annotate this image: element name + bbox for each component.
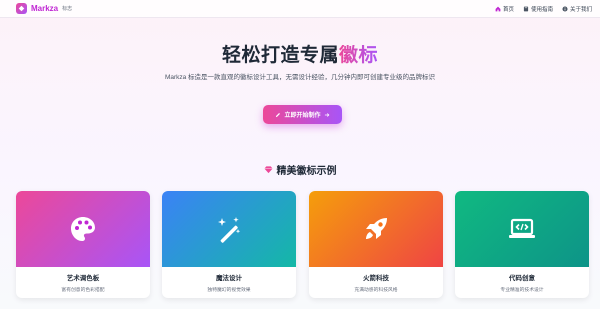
card-banner (455, 191, 589, 267)
magic-wand-icon (218, 217, 241, 243)
card-banner (162, 191, 296, 267)
example-card-palette[interactable]: 艺术调色板 富有创意的色彩搭配 (16, 191, 150, 298)
card-name: 魔法设计 (216, 275, 242, 282)
brand-tag: 标志 (62, 6, 73, 12)
card-banner (309, 191, 443, 267)
top-nav: Markza 标志 首页 使用指南 关于我们 (0, 0, 600, 18)
nav-link-home[interactable]: 首页 (495, 5, 514, 13)
example-card-rocket[interactable]: 火箭科技 充满动感的科技风格 (309, 191, 443, 298)
start-creating-button[interactable]: 立即开始制作 (263, 105, 342, 124)
card-desc: 专业精准的技术设计 (500, 288, 544, 293)
nav-link-about[interactable]: 关于我们 (562, 5, 592, 13)
arrow-right-icon (324, 112, 329, 117)
example-card-magic[interactable]: 魔法设计 独特魔幻的视觉效果 (162, 191, 296, 298)
card-banner (16, 191, 150, 267)
book-icon (523, 6, 529, 11)
section-title-text: 精美徽标示例 (276, 166, 337, 177)
hero-title: 轻松打造专属徽标 (0, 40, 600, 67)
nav-links: 首页 使用指南 关于我们 (495, 5, 592, 13)
example-card-code[interactable]: 代码创意 专业精准的技术设计 (455, 191, 589, 298)
nav-link-label: 关于我们 (569, 6, 592, 13)
pencil-icon (276, 112, 281, 117)
section-title: 精美徽标示例 (0, 162, 600, 177)
hero-title-main: 轻松打造专属 (221, 45, 339, 66)
card-name: 代码创意 (509, 275, 535, 282)
hero-description: Markza 标造是一款直观的徽标设计工具，无需设计经验，几分钟内即可创建专业级… (164, 74, 436, 81)
card-desc: 独特魔幻的视觉效果 (207, 288, 251, 293)
gem-icon (263, 166, 273, 174)
brand[interactable]: Markza 标志 (16, 3, 72, 14)
code-laptop-icon (509, 218, 535, 238)
info-icon (562, 5, 568, 12)
logo-icon (16, 3, 27, 14)
nav-link-label: 首页 (502, 6, 514, 13)
nav-link-guide[interactable]: 使用指南 (523, 5, 553, 13)
rocket-icon (366, 218, 387, 239)
palette-icon (71, 217, 95, 241)
card-name: 火箭科技 (363, 275, 389, 282)
card-name: 艺术调色板 (66, 275, 100, 282)
card-desc: 充满动感的科技风格 (354, 288, 398, 293)
card-desc: 富有创意的色彩搭配 (61, 288, 105, 293)
hero-title-accent: 徽标 (339, 45, 379, 66)
cta-label: 立即开始制作 (284, 113, 321, 119)
nav-link-label: 使用指南 (530, 6, 553, 13)
home-icon (495, 6, 501, 11)
brand-name: Markza (31, 4, 59, 13)
